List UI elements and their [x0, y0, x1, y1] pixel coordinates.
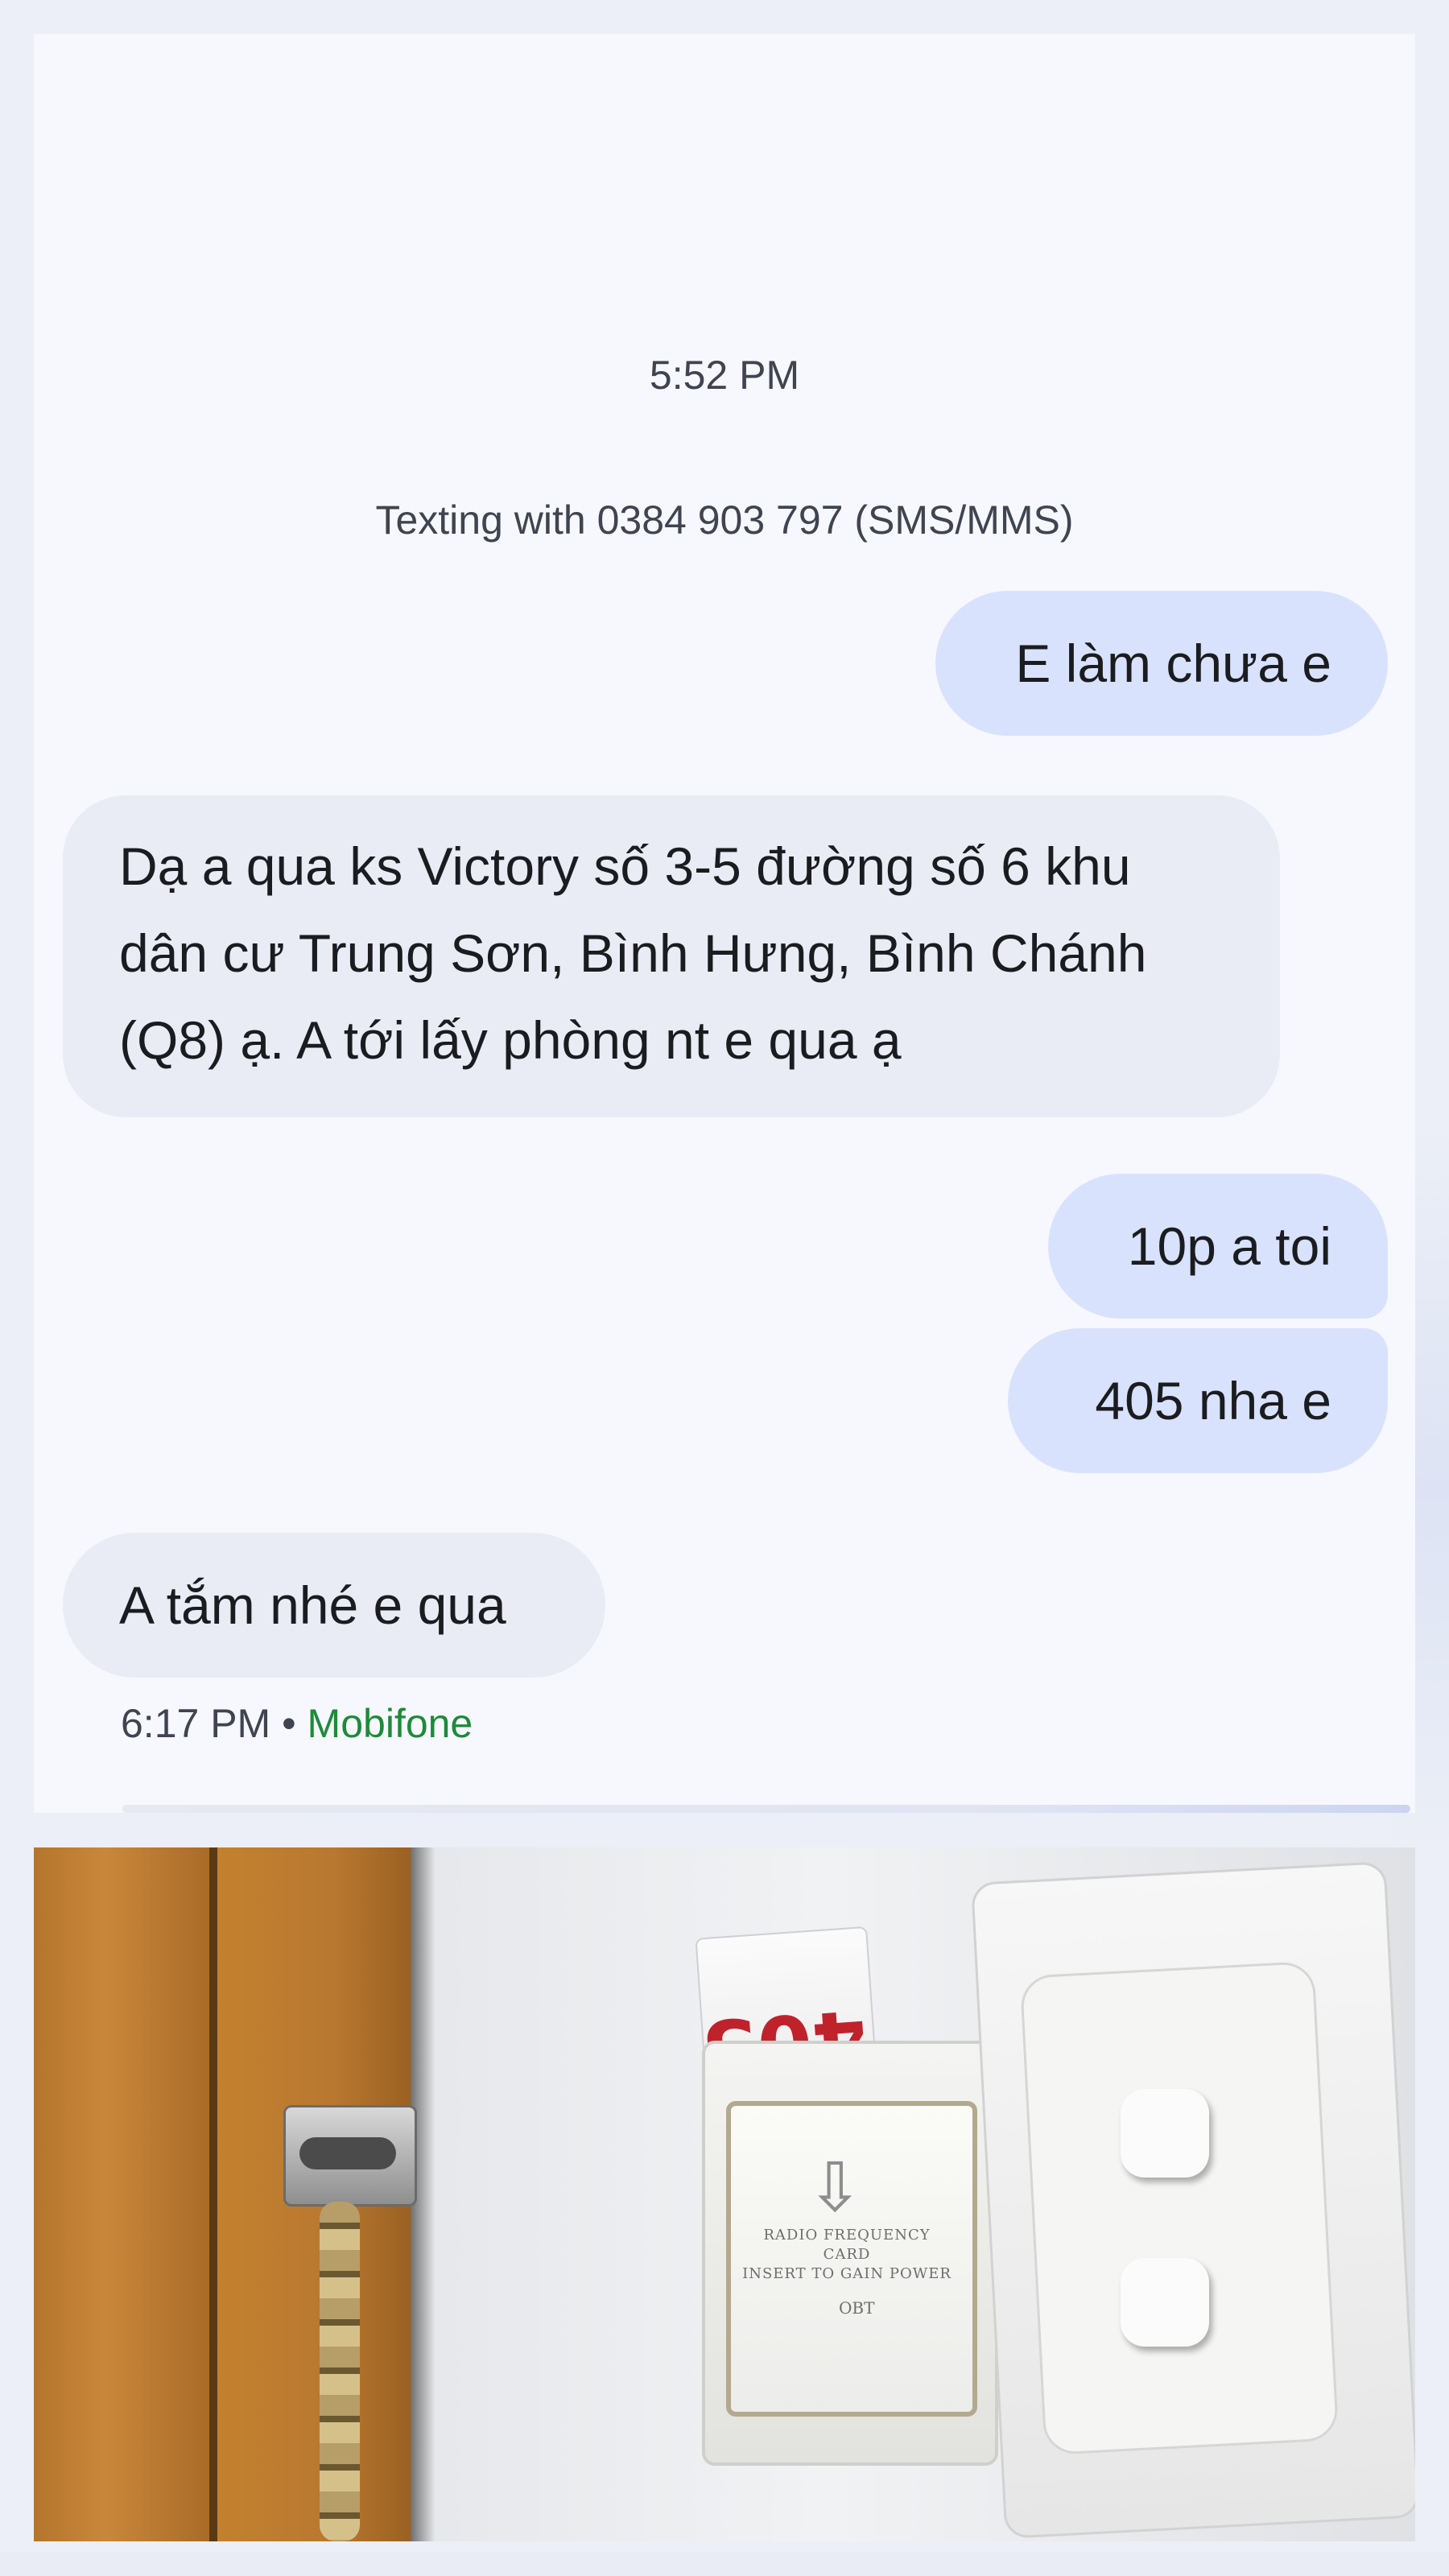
carrier-name: Mobifone — [307, 1701, 473, 1746]
door-gap — [209, 1847, 217, 2541]
holder-label: RADIO FREQUENCY CARD INSERT TO GAIN POWE… — [742, 2226, 952, 2284]
sent-message-bubble[interactable]: E làm chưa e — [935, 591, 1388, 736]
message-line: Dạ a qua ks Victory số 3-5 đường số 6 kh… — [119, 836, 1131, 896]
holder-label-line: RADIO FREQUENCY CARD — [763, 2227, 931, 2263]
attached-photo[interactable]: 405 ⇩ RADIO FREQUENCY CARD INSERT TO GAI… — [34, 1847, 1415, 2541]
door-frame — [34, 1847, 211, 2541]
holder-label-line: INSERT TO GAIN POWER — [742, 2265, 952, 2282]
conversation-timestamp: 5:52 PM — [649, 353, 800, 398]
texting-with-label: Texting with 0384 903 797 (SMS/MMS) — [375, 497, 1074, 543]
message-line: (Q8) ạ. A tới lấy phòng nt e qua ạ — [119, 1010, 902, 1070]
latch-bar — [299, 2137, 396, 2169]
message-time: 6:17 PM — [121, 1701, 271, 1746]
received-message-bubble[interactable]: A tắm nhé e qua — [63, 1533, 605, 1678]
message-meta: 6:17 PM • Mobifone — [121, 1700, 473, 1747]
switch-button — [1121, 2258, 1209, 2347]
switch-button — [1121, 2089, 1209, 2178]
switch-panel — [1019, 1960, 1340, 2456]
holder-brand: OBT — [839, 2298, 875, 2318]
meta-separator: • — [282, 1701, 296, 1746]
conversation-panel[interactable]: 5:52 PM Texting with 0384 903 797 (SMS/M… — [34, 34, 1415, 1813]
down-arrow-outline-icon: ⇩ — [807, 2149, 864, 2225]
received-message-bubble[interactable]: Dạ a qua ks Victory số 3-5 đường số 6 kh… — [63, 795, 1280, 1117]
door-chain — [320, 2202, 360, 2541]
sent-message-bubble[interactable]: 10p a toi — [1048, 1174, 1388, 1319]
bottom-edge — [0, 2552, 1449, 2576]
message-line: dân cư Trung Sơn, Bình Hưng, Bình Chánh — [119, 923, 1147, 983]
sent-message-bubble[interactable]: 405 nha e — [1008, 1328, 1388, 1473]
next-message-peek — [122, 1805, 1410, 1813]
